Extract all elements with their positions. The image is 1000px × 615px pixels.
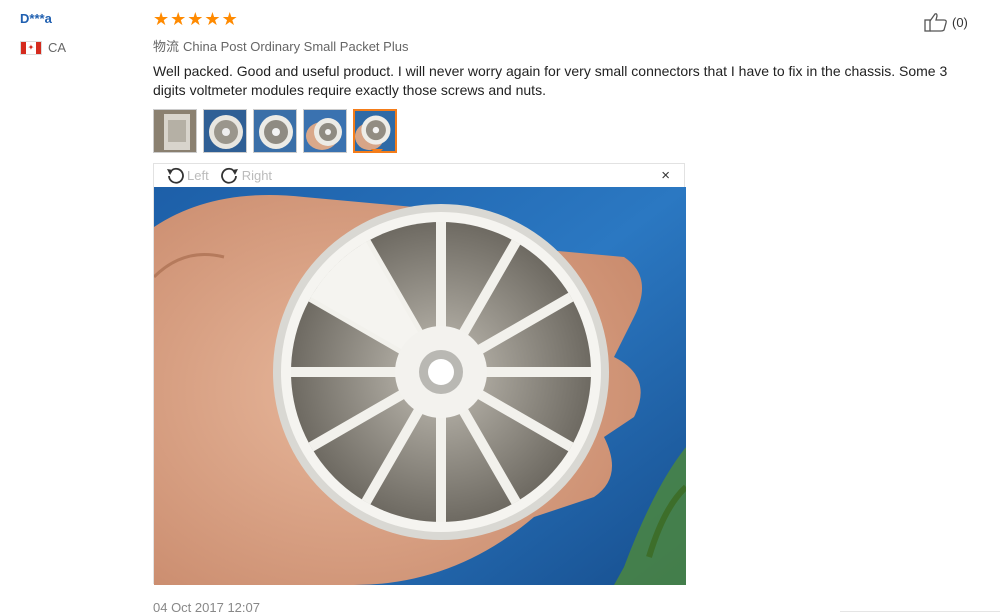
rotate-right-label: Right	[241, 168, 273, 183]
star-icon: ★	[204, 9, 221, 29]
photo-thumbnail[interactable]	[203, 109, 247, 153]
review-date: 04 Oct 2017 12:07	[153, 600, 260, 615]
rotate-left-label: Left	[187, 168, 209, 183]
star-rating: ★ ★ ★ ★ ★	[153, 10, 238, 28]
shipping-label: 物流	[153, 39, 180, 54]
country-code: CA	[48, 40, 67, 55]
buyer-name: D***a	[20, 11, 52, 26]
rotate-left-icon	[167, 167, 184, 184]
buyer-country: ✦ CA	[20, 40, 66, 55]
photo-viewer: Left Right ×	[153, 163, 686, 585]
rotate-left-button[interactable]: Left	[164, 166, 209, 186]
rotate-right-button[interactable]: Right	[219, 166, 272, 186]
helpful-count: (0)	[952, 14, 968, 30]
photo-thumbnail[interactable]	[253, 109, 297, 153]
shipping-method: China Post Ordinary Small Packet Plus	[183, 39, 409, 54]
star-icon: ★	[187, 9, 204, 29]
close-viewer-button[interactable]: ×	[661, 167, 670, 184]
shipping-info: 物流 China Post Ordinary Small Packet Plus	[153, 36, 408, 55]
rotate-right-icon	[220, 167, 238, 184]
helpful-button[interactable]: (0)	[924, 12, 968, 32]
photo-thumbnails	[153, 109, 397, 153]
canada-flag-icon: ✦	[20, 40, 42, 55]
viewer-toolbar: Left Right ×	[154, 164, 684, 187]
buyer-info: D***a	[20, 10, 52, 28]
photo-thumbnail-active[interactable]	[353, 109, 397, 153]
star-icon: ★	[153, 9, 170, 29]
star-icon: ★	[170, 9, 187, 29]
photo-thumbnail[interactable]	[303, 109, 347, 153]
review-text: Well packed. Good and useful product. I …	[153, 63, 948, 98]
divider	[840, 611, 1000, 612]
star-icon: ★	[221, 9, 238, 29]
photo-thumbnail[interactable]	[153, 109, 197, 153]
review-photo	[154, 187, 686, 585]
thumbs-up-icon	[924, 13, 947, 32]
